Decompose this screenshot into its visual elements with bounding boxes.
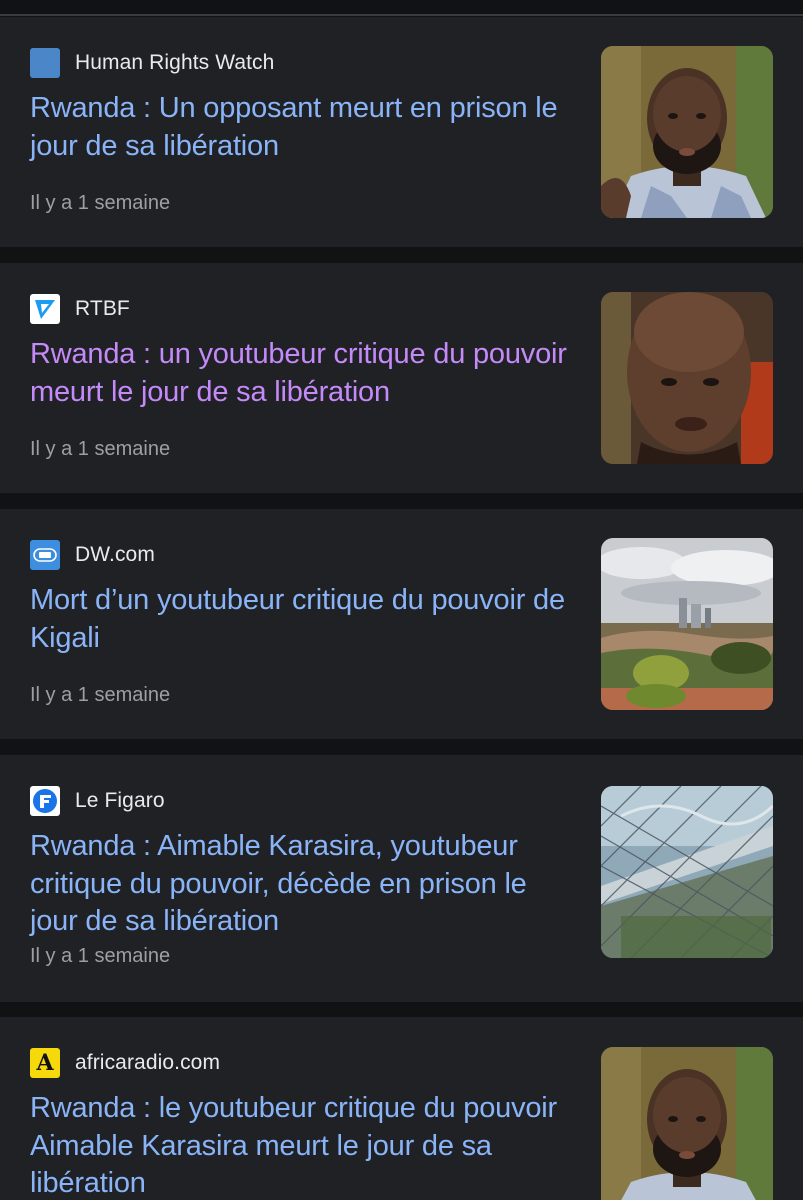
africaradio-logo-icon: A — [30, 1048, 60, 1078]
news-card[interactable]: RTBF Rwanda : un youtubeur critique du p… — [0, 263, 803, 493]
source-name: RTBF — [75, 297, 130, 320]
thumbnail-image[interactable] — [601, 538, 773, 710]
source-row: RTBF — [30, 294, 130, 324]
news-card[interactable]: Human Rights Watch Rwanda : Un opposant … — [0, 17, 803, 247]
timestamp: Il y a 1 semaine — [30, 438, 171, 460]
source-row: A africaradio.com — [30, 1048, 220, 1078]
timestamp: Il y a 1 semaine — [30, 945, 171, 967]
headline-link[interactable]: Rwanda : un youtubeur critique du pouvoi… — [30, 336, 570, 411]
thumbnail-image[interactable] — [601, 786, 773, 958]
source-name: africaradio.com — [75, 1051, 221, 1074]
source-row: Human Rights Watch — [30, 48, 274, 78]
timestamp: Il y a 1 semaine — [30, 192, 171, 214]
headline-link[interactable]: Rwanda : le youtubeur critique du pouvoi… — [30, 1090, 570, 1200]
source-row: Le Figaro — [30, 786, 165, 816]
timestamp: Il y a 1 semaine — [30, 684, 171, 706]
news-card[interactable]: A africaradio.com Rwanda : le youtubeur … — [0, 1017, 803, 1200]
news-card[interactable]: DW.com Mort d’un youtubeur critique du p… — [0, 509, 803, 739]
headline-link[interactable]: Rwanda : Un opposant meurt en prison le … — [30, 90, 570, 165]
source-name: Human Rights Watch — [75, 51, 275, 74]
news-card[interactable]: Le Figaro Rwanda : Aimable Karasira, you… — [0, 755, 803, 1002]
africaradio-logo-letter: A — [36, 1050, 54, 1076]
hrw-logo-icon — [30, 48, 60, 78]
dw-logo-icon — [30, 540, 60, 570]
source-row: DW.com — [30, 540, 155, 570]
le-figaro-logo-icon — [30, 786, 60, 816]
headline-link[interactable]: Mort d’un youtubeur critique du pouvoir … — [30, 582, 570, 657]
source-name: Le Figaro — [75, 789, 165, 812]
thumbnail-image[interactable] — [601, 46, 773, 218]
news-results-page: Human Rights Watch Rwanda : Un opposant … — [0, 0, 803, 1200]
thumbnail-image[interactable] — [601, 292, 773, 464]
rtbf-logo-icon — [30, 294, 60, 324]
top-divider — [0, 14, 803, 16]
source-name: DW.com — [75, 543, 155, 566]
thumbnail-image[interactable] — [601, 1047, 773, 1200]
headline-link[interactable]: Rwanda : Aimable Karasira, youtubeur cri… — [30, 828, 570, 941]
